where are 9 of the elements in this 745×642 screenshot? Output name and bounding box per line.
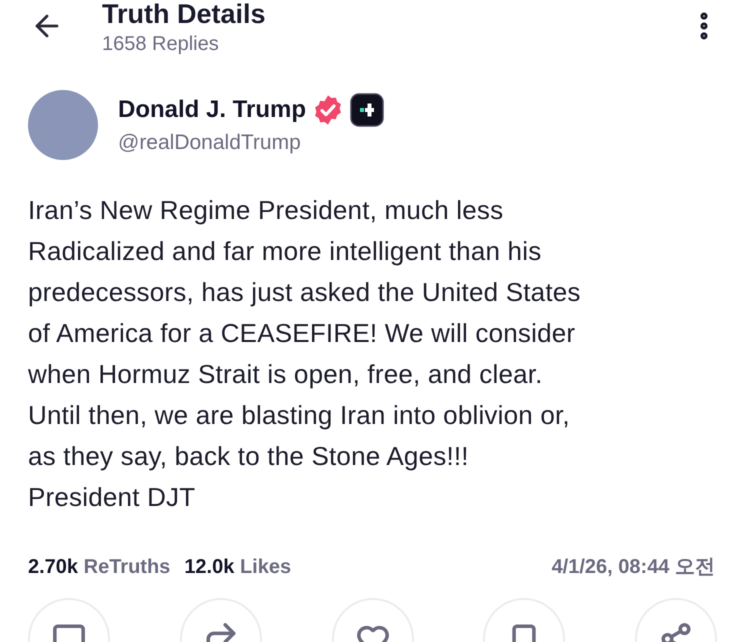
- page-title: Truth Details: [102, 0, 266, 31]
- reply-count: 1658 Replies: [102, 32, 220, 56]
- plus-badge-icon: [350, 93, 384, 127]
- author-name[interactable]: Donald J. Trump: [118, 95, 306, 125]
- author-handle[interactable]: @realDonaldTrump: [118, 129, 384, 157]
- post-text: Iran’s New Regime President, much less Radicalized and far more intelligent than his predecessors, has just asked the United States of America for a CEASEFIRE! We will consider when Hormuz Strait is open, free, and clear. Until then, we are blasting Iran into oblivion or, as they say, back to the Stone Ages!!! President DJT: [27, 194, 582, 514]
- post-timestamp: 4/1/26, 08:44 오전: [552, 555, 715, 580]
- stat-count[interactable]: 12.0k Likes: [184, 552, 292, 582]
- stat-count[interactable]: 2.70k ReTruths: [28, 552, 170, 582]
